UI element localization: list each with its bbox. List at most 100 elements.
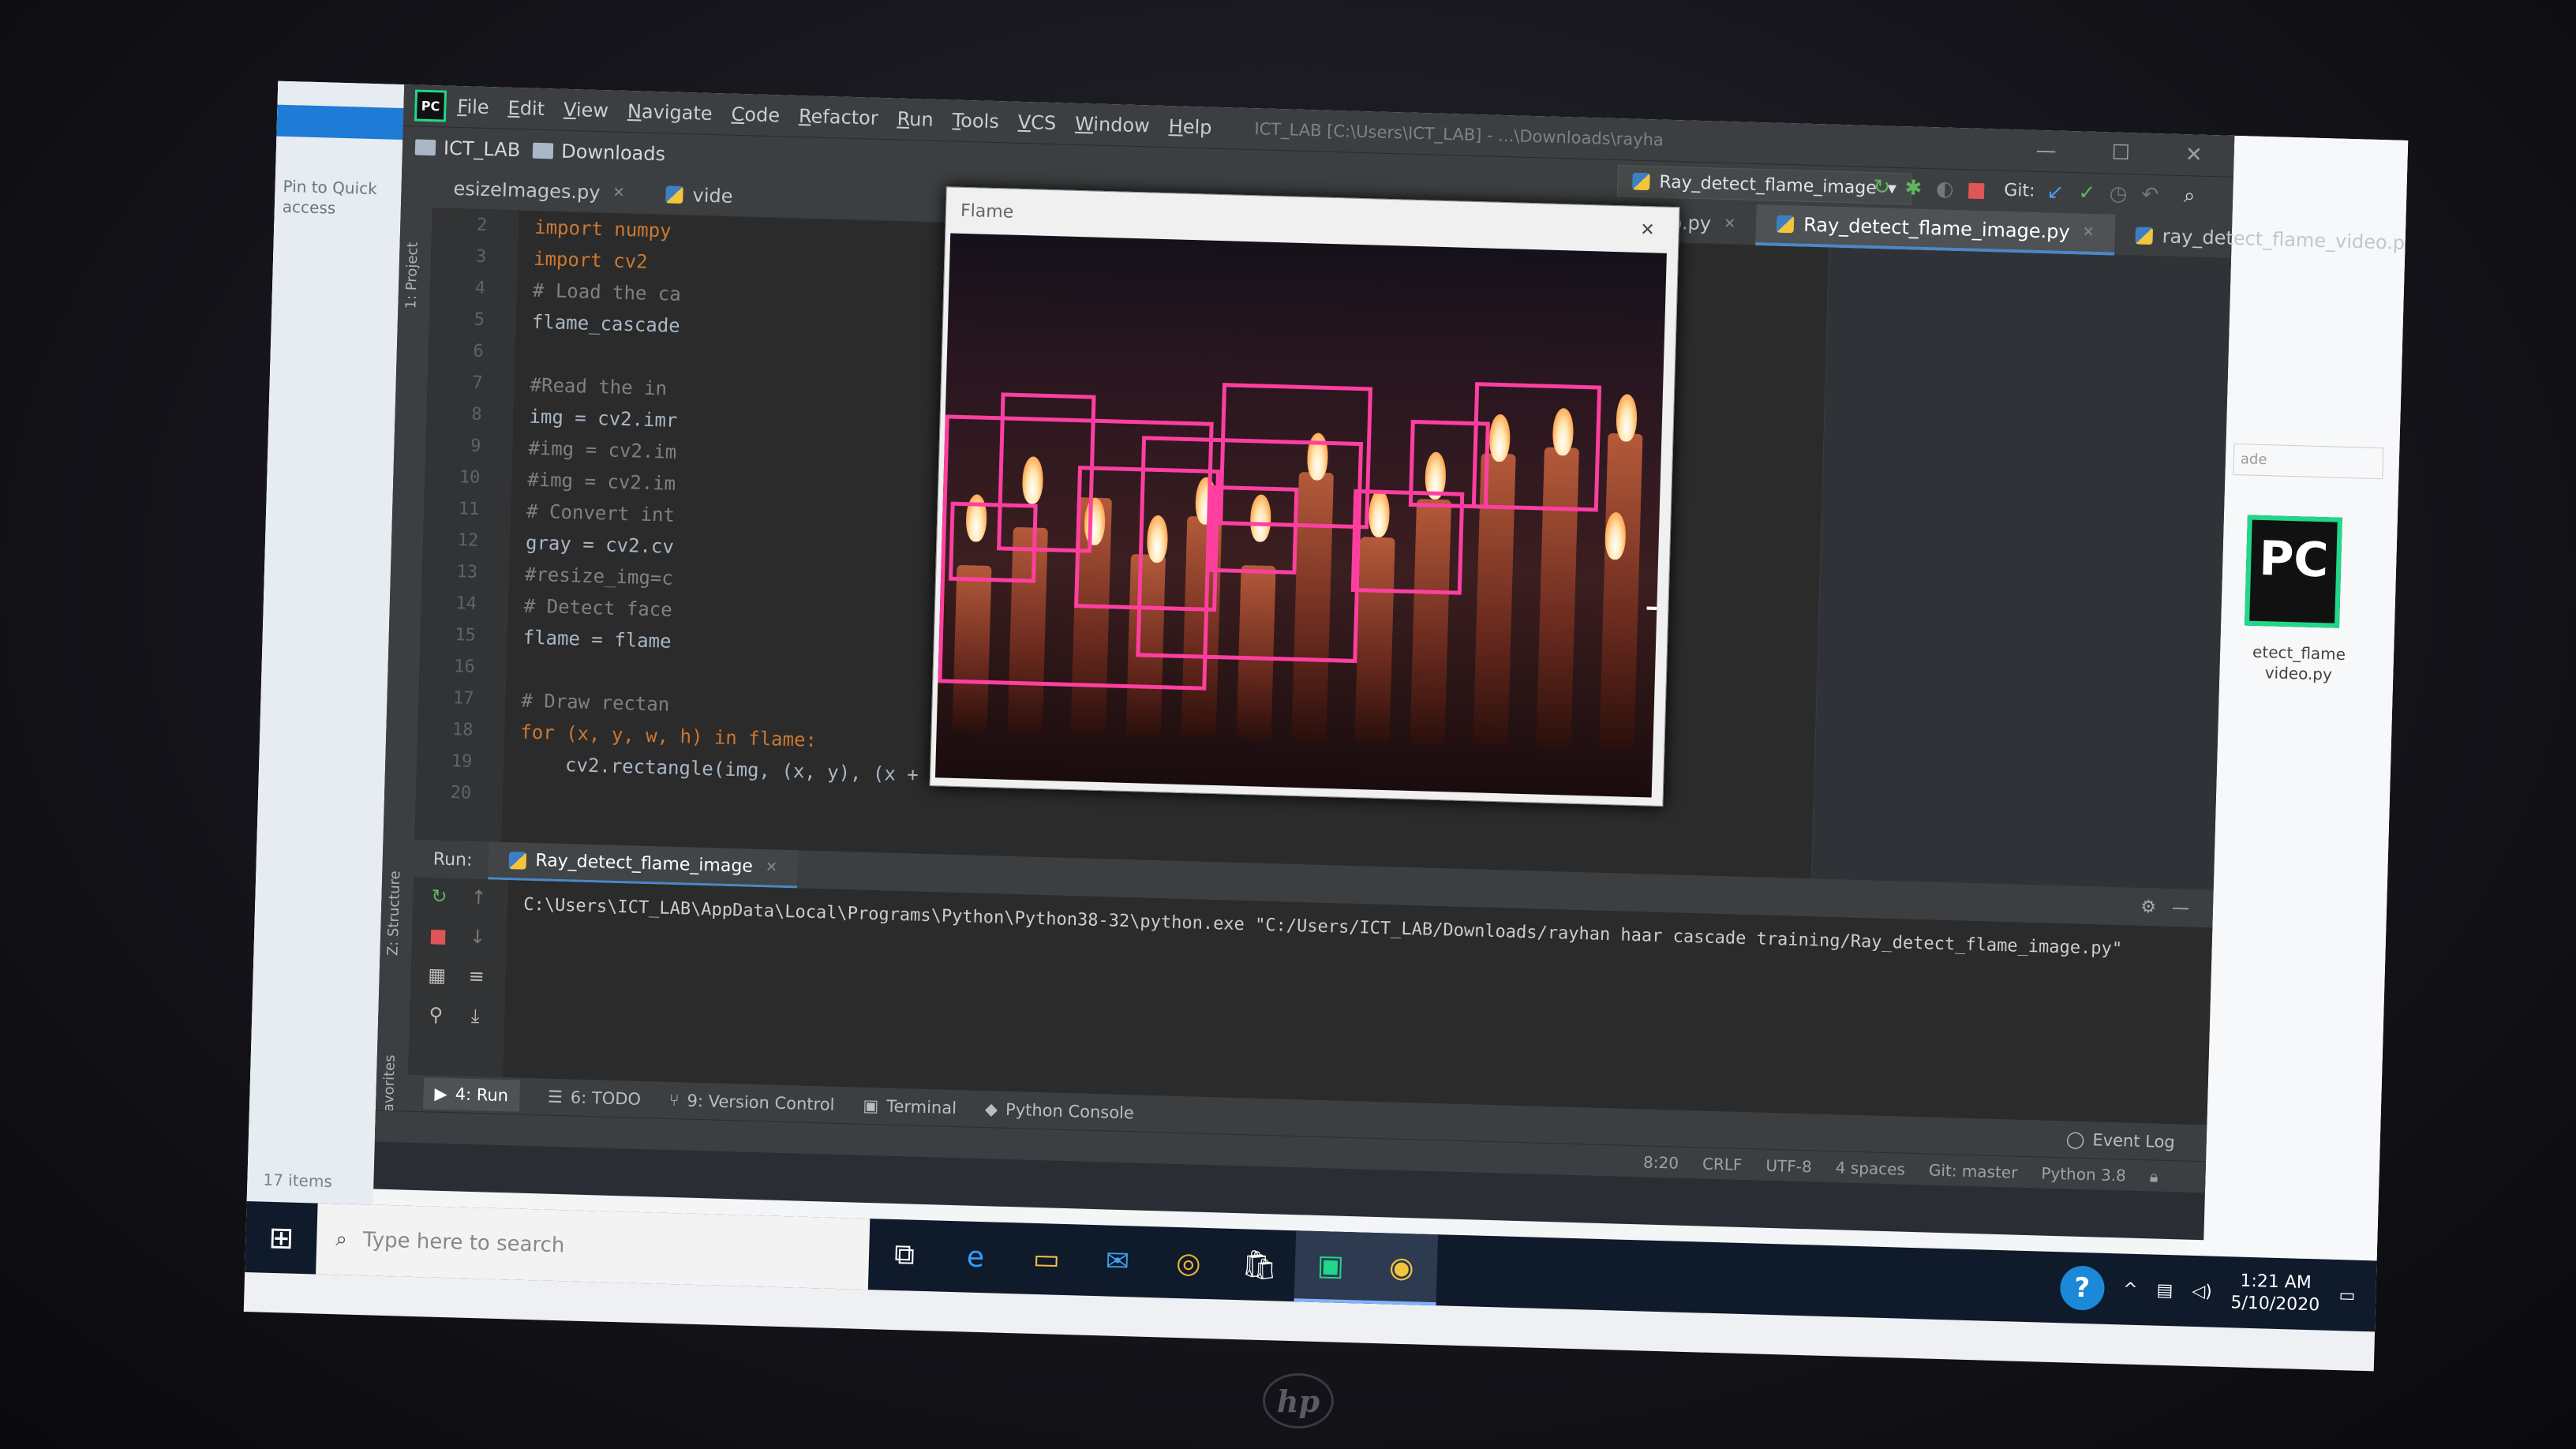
tool-todo[interactable]: ☰ 6: TODO — [548, 1088, 642, 1109]
down-arrow-icon[interactable]: ↓ — [467, 926, 489, 949]
tab-video[interactable]: vide — [645, 173, 754, 217]
project-tool-tab[interactable]: 1: Project — [402, 242, 421, 309]
line-number: 3 — [475, 246, 487, 268]
pycharm-taskbar-icon[interactable]: ▣ — [1294, 1230, 1368, 1304]
system-tray: ? ^ ▤ ◁) 1:21 AM 5/10/2020 ▭ — [2059, 1265, 2376, 1318]
git-branch[interactable]: Git: master — [1929, 1160, 2018, 1181]
stop-icon[interactable]: ■ — [1964, 178, 1989, 202]
up-arrow-icon[interactable]: ↑ — [468, 886, 489, 909]
close-icon[interactable]: ✕ — [766, 859, 778, 875]
menu-vcs[interactable]: VCS — [1017, 111, 1056, 134]
candle — [1599, 432, 1643, 750]
file-encoding[interactable]: UTF-8 — [1765, 1155, 1812, 1176]
ribbon-file-tab[interactable] — [276, 104, 404, 140]
menu-file[interactable]: File — [457, 95, 489, 118]
chevron-up-icon[interactable]: ^ — [2123, 1279, 2138, 1300]
coverage-icon[interactable]: ◐ — [1933, 177, 1957, 201]
folder-icon — [414, 138, 436, 155]
soft-wrap-icon[interactable]: ≡ — [466, 965, 487, 988]
window-title: ICT_LAB [C:\Users\ICT_LAB] - ...\Downloa… — [1254, 119, 1664, 150]
editor-right-pane — [1810, 247, 2231, 890]
line-number: 17 — [452, 688, 474, 709]
menu-run[interactable]: Run — [897, 108, 934, 131]
tool-event-log[interactable]: ◯ Event Log — [2066, 1129, 2175, 1151]
gear-icon[interactable]: ⚙ — [2140, 897, 2156, 917]
revert-icon[interactable]: ↶ — [2138, 182, 2162, 208]
maximize-button[interactable]: ☐ — [2111, 141, 2130, 166]
scroll-end-icon[interactable]: ⤓ — [465, 1005, 486, 1027]
menu-help[interactable]: Help — [1168, 115, 1211, 139]
python-interpreter[interactable]: Python 3.8 — [2041, 1163, 2126, 1185]
pin-quick-access[interactable]: Pin to Quick access — [282, 176, 393, 220]
line-number-gutter: 2 3 4 5 6 7 8 9 10 11 12 13 14 15 16 17 18 19 20 — [414, 208, 519, 842]
run-label: Run: — [432, 848, 473, 871]
python-icon — [1632, 172, 1650, 191]
line-number: 14 — [455, 593, 477, 614]
line-separator[interactable]: CRLF — [1702, 1154, 1743, 1174]
breadcrumb-project[interactable]: ICT_LAB — [414, 136, 521, 161]
structure-tool-tab[interactable]: Z: Structure — [384, 871, 403, 956]
mail-icon[interactable]: ✉ — [1081, 1225, 1154, 1297]
notification-icon[interactable]: ▭ — [2338, 1286, 2355, 1306]
menu-refactor[interactable]: Refactor — [799, 105, 878, 129]
git-commit-icon[interactable]: ✓ — [2075, 181, 2099, 205]
clock-time: 1:21 AM — [2240, 1271, 2312, 1294]
crosshair-cursor-icon: + — [1642, 584, 1667, 631]
pycharm-window: PC File Edit View Navigate Code Refactor… — [373, 84, 2408, 1241]
close-icon[interactable]: ✕ — [1640, 219, 1655, 240]
help-icon[interactable]: ? — [2059, 1265, 2105, 1311]
tool-run[interactable]: ▶ 4: Run — [423, 1077, 520, 1112]
stop-icon[interactable]: ■ — [428, 924, 449, 947]
task-view-icon[interactable]: ⧉ — [868, 1219, 941, 1291]
python-console-icon: ◆ — [984, 1099, 998, 1119]
monitor-bezel: Pin to Quick access 17 items ade PC etec… — [0, 0, 2576, 1449]
layout-icon[interactable]: ▦ — [426, 964, 447, 987]
tool-terminal[interactable]: ▣ Terminal — [863, 1096, 957, 1118]
edge-browser-icon[interactable]: e — [939, 1221, 1012, 1294]
tool-python-console[interactable]: ◆ Python Console — [985, 1099, 1135, 1122]
minimize-button[interactable]: — — [2035, 139, 2057, 163]
history-icon[interactable]: ◷ — [2106, 182, 2131, 206]
taskbar-search-input[interactable]: ⌕ Type here to search — [316, 1203, 871, 1290]
hide-panel-icon[interactable]: — — [2172, 898, 2190, 919]
windows-start-icon[interactable]: ⊞ — [245, 1201, 317, 1274]
tab-resize-images[interactable]: esizeImages.py ✕ — [432, 167, 646, 214]
network-icon[interactable]: ▤ — [2156, 1280, 2173, 1301]
close-button[interactable]: ✕ — [2185, 143, 2203, 167]
rerun-icon[interactable]: ↻ — [1870, 175, 1894, 200]
clock[interactable]: 1:21 AM 5/10/2020 — [2230, 1270, 2320, 1316]
menu-code[interactable]: Code — [731, 103, 780, 127]
detection-box — [948, 501, 1038, 583]
line-number: 8 — [471, 404, 482, 425]
volume-icon[interactable]: ◁) — [2192, 1281, 2212, 1301]
indent-setting[interactable]: 4 spaces — [1835, 1158, 1905, 1178]
explorer-search-input[interactable]: ade — [2233, 443, 2384, 480]
menu-view[interactable]: View — [564, 99, 609, 122]
rerun-icon[interactable]: ↻ — [429, 885, 450, 908]
file-explorer-icon[interactable]: ▭ — [1010, 1222, 1083, 1295]
lock-icon[interactable]: 🔒︎ — [2150, 1166, 2159, 1185]
pin-icon[interactable]: ⚲ — [425, 1003, 447, 1025]
opencv-image-window[interactable]: Flame ✕ + — [929, 186, 1680, 807]
folder-icon — [533, 142, 554, 159]
close-icon[interactable]: ✕ — [612, 185, 625, 201]
menu-navigate[interactable]: Navigate — [627, 100, 713, 125]
chrome-icon[interactable]: ◎ — [1152, 1226, 1225, 1299]
python-file-icon — [665, 185, 683, 204]
search-icon[interactable]: ⌕ — [2177, 184, 2202, 208]
git-update-icon[interactable]: ↙ — [2043, 180, 2068, 204]
caret-position[interactable]: 8:20 — [1643, 1152, 1679, 1172]
debug-icon[interactable]: ✱ — [1901, 176, 1926, 200]
menu-window[interactable]: Window — [1075, 113, 1150, 137]
close-icon[interactable]: ✕ — [2082, 224, 2095, 241]
menu-tools[interactable]: Tools — [952, 109, 999, 133]
close-icon[interactable]: ✕ — [1724, 215, 1736, 232]
run-configuration-select[interactable]: Ray_detect_flame_image ▾ — [1616, 165, 1912, 205]
breadcrumb-downloads[interactable]: Downloads — [533, 139, 665, 165]
menu-edit[interactable]: Edit — [507, 97, 545, 120]
pycharm-file-icon[interactable]: PC — [2245, 515, 2342, 628]
line-number: 13 — [456, 562, 478, 582]
python-taskbar-icon[interactable]: ◉ — [1365, 1232, 1439, 1306]
store-icon[interactable]: 🛍︎ — [1223, 1229, 1296, 1301]
tool-version-control[interactable]: ⑂ 9: Version Control — [669, 1091, 835, 1114]
